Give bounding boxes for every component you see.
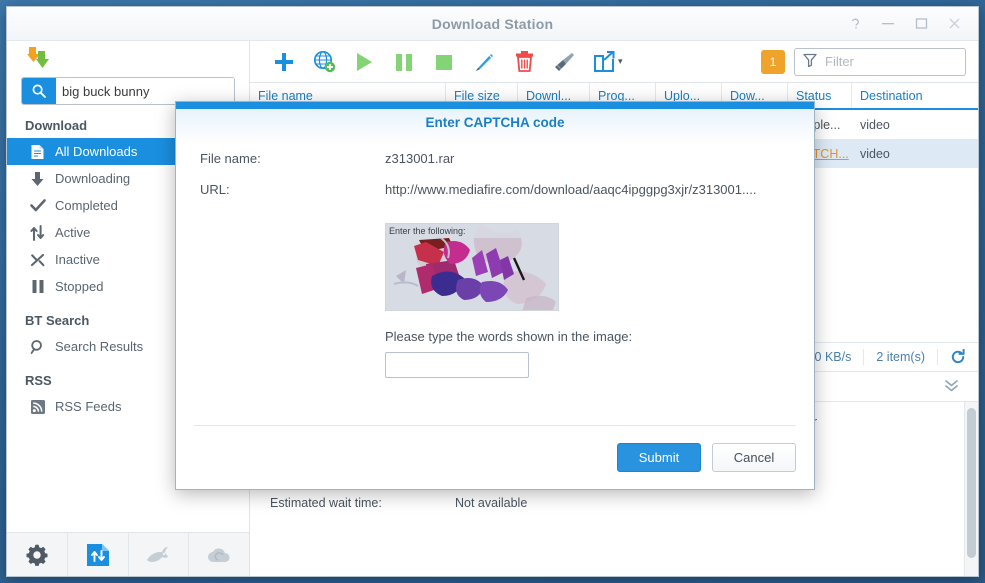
- search-icon[interactable]: [22, 78, 56, 104]
- dialog-accent-bar: [176, 102, 814, 109]
- cloud-icon[interactable]: [189, 533, 249, 576]
- dialog-footer: Submit Cancel: [194, 425, 796, 489]
- document-icon: [29, 143, 46, 160]
- sidebar-item-label: Inactive: [55, 252, 100, 267]
- dialog-header: Enter CAPTCHA code: [176, 109, 814, 145]
- cell-destination: video: [860, 146, 890, 161]
- sidebar-item-label: Completed: [55, 198, 118, 213]
- rss-icon: [29, 398, 46, 415]
- sidebar-item-label: RSS Feeds: [55, 399, 122, 414]
- edit-icon[interactable]: [464, 45, 504, 79]
- window-titlebar: Download Station: [7, 7, 978, 41]
- chevron-down-icon[interactable]: ▾: [618, 56, 630, 67]
- download-arrow-icon: [29, 170, 46, 187]
- download-station-icon[interactable]: [68, 533, 129, 576]
- delete-icon[interactable]: [504, 45, 544, 79]
- funnel-icon: [803, 53, 817, 70]
- clean-icon[interactable]: [544, 45, 584, 79]
- settings-gear-icon[interactable]: [7, 533, 68, 576]
- double-chevron-down-icon[interactable]: [943, 377, 960, 396]
- detail-label: Estimated wait time:: [270, 495, 382, 510]
- detail-scrollbar[interactable]: [964, 402, 978, 576]
- download-station-window: Download Station big buck bunny Download…: [6, 6, 979, 577]
- filter-input[interactable]: [823, 53, 978, 70]
- sidebar-item-label: Search Results: [55, 339, 144, 354]
- close-icon[interactable]: [946, 16, 962, 32]
- captcha-input[interactable]: [385, 352, 529, 378]
- filter-box: [794, 47, 978, 76]
- start-icon[interactable]: [344, 45, 384, 79]
- dialog-label: URL:: [200, 182, 230, 197]
- add-url-icon[interactable]: [304, 45, 344, 79]
- captcha-dialog: Enter CAPTCHA code File name: z313001.ra…: [175, 101, 815, 490]
- cell-destination: video: [860, 117, 890, 132]
- window-controls: [847, 16, 978, 32]
- maximize-icon[interactable]: [913, 16, 929, 32]
- refresh-icon[interactable]: [937, 349, 978, 365]
- download-arrows-logo-icon: [25, 45, 53, 71]
- taskbar: [7, 532, 249, 576]
- sidebar-item-label: All Downloads: [55, 144, 138, 159]
- pause-bars-icon: [29, 278, 46, 295]
- stop-icon[interactable]: [424, 45, 464, 79]
- dialog-label: File name:: [200, 151, 261, 166]
- captcha-area: Enter the following:: [385, 223, 790, 311]
- help-icon[interactable]: [847, 16, 863, 32]
- magnifier-icon: [29, 338, 46, 355]
- add-task-icon[interactable]: [264, 45, 304, 79]
- check-icon: [29, 197, 46, 214]
- dialog-body: File name: z313001.rar URL: http://www.m…: [176, 145, 814, 425]
- app-logo: [7, 41, 249, 73]
- deer-icon[interactable]: [129, 533, 190, 576]
- minimize-icon[interactable]: [880, 16, 896, 32]
- status-badge[interactable]: 1: [761, 49, 785, 74]
- detail-value: Not available: [455, 495, 528, 510]
- column-header-destination[interactable]: Destination: [852, 83, 944, 108]
- status-item-count: 2 item(s): [863, 349, 937, 365]
- cancel-button[interactable]: Cancel: [712, 443, 796, 472]
- captcha-prompt: Please type the words shown in the image…: [385, 329, 633, 344]
- sidebar-item-label: Downloading: [55, 171, 131, 186]
- captcha-image: Enter the following:: [385, 223, 559, 311]
- dialog-value: z313001.rar: [385, 151, 455, 166]
- pause-icon[interactable]: [384, 45, 424, 79]
- dialog-title: Enter CAPTCHA code: [425, 115, 565, 130]
- scrollbar-thumb[interactable]: [967, 408, 976, 558]
- submit-button[interactable]: Submit: [617, 443, 701, 472]
- toolbar-right-group: 1: [761, 47, 978, 76]
- sidebar-item-label: Active: [55, 225, 91, 240]
- sidebar-item-label: Stopped: [55, 279, 104, 294]
- detail-row-estimated-wait-time: Estimated wait time: Not available: [270, 489, 964, 516]
- captcha-instruction-label: Enter the following:: [389, 226, 466, 236]
- dialog-row-url: URL: http://www.mediafire.com/download/a…: [200, 182, 790, 213]
- crossed-arrows-icon: [29, 251, 46, 268]
- up-down-arrows-icon: [29, 224, 46, 241]
- window-title: Download Station: [431, 15, 554, 32]
- dialog-row-file-name: File name: z313001.rar: [200, 151, 790, 182]
- dialog-value: http://www.mediafire.com/download/aaqc4i…: [385, 182, 757, 197]
- toolbar: ▾ 1: [250, 41, 978, 83]
